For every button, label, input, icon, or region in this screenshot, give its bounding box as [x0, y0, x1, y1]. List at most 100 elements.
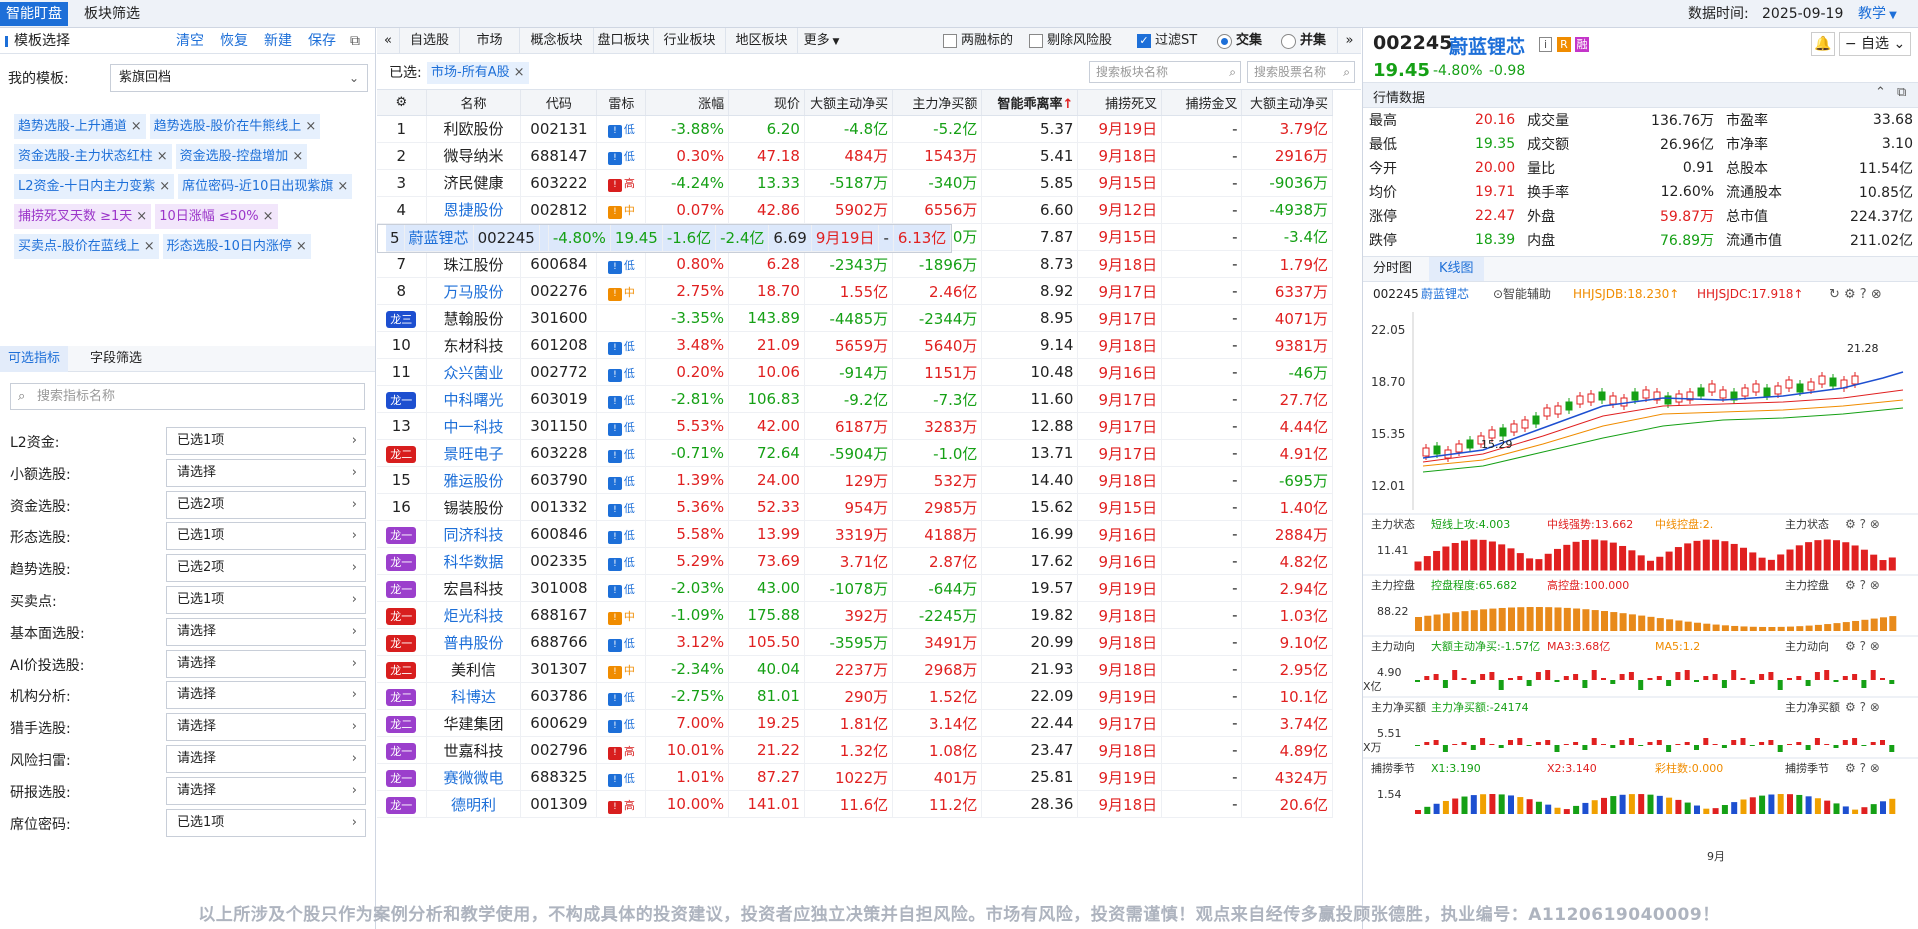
risk-badge[interactable]: ! 低	[605, 149, 638, 165]
table-row[interactable]: 15 雅运股份 603790! 低 1.39% 24.00 129万 532万 14.40 9月1…	[377, 466, 1333, 494]
condition-tag[interactable]: 10日涨幅 ≤50% ×	[155, 204, 278, 229]
column-header[interactable]: 雷标	[596, 90, 647, 116]
stock-name-cell[interactable]: 微导纳米	[426, 142, 522, 170]
stock-name-cell[interactable]: 普冉股份	[426, 628, 522, 656]
stock-name-cell[interactable]: 恩捷股份	[426, 196, 522, 224]
table-row[interactable]: 龙一 普冉股份 688766! 低 3.12% 105.50 -3595万 3491万 20.9…	[377, 628, 1333, 656]
stock-name-cell[interactable]: 蔚蓝锂芯	[404, 224, 474, 252]
risk-badge[interactable]: ! 低	[605, 528, 638, 544]
stock-name-cell[interactable]: 德明利	[426, 790, 522, 818]
tab-kline[interactable]: K线图	[1429, 257, 1484, 281]
filter-select[interactable]: 请选择 ›	[166, 617, 366, 646]
table-row[interactable]: 3 济民健康 603222! 高 -4.24% 13.33 -5187万 -340万 5.85 9…	[377, 169, 1333, 197]
close-icon[interactable]: ×	[263, 209, 274, 224]
indicator-search-input[interactable]: ⌕ 搜索指标名称	[10, 383, 365, 410]
table-row[interactable]: 10 东材科技 601208! 低 3.48% 21.09 5659万 5640万 9.14 9月…	[377, 331, 1333, 359]
table-row[interactable]: 16 锡装股份 001332! 低 5.36% 52.33 954万 2985万 15.62 9月…	[377, 493, 1333, 521]
close-icon[interactable]: ×	[296, 239, 307, 254]
risk-badge[interactable]: ! 低	[605, 122, 638, 138]
table-row[interactable]: 龙一 德明利 001309! 高 10.00% 141.01 11.6亿 11.2亿 28.36…	[377, 790, 1333, 818]
close-icon[interactable]: ×	[157, 149, 168, 164]
close-icon[interactable]: ×	[292, 149, 303, 164]
table-row[interactable]: 龙二 科博达 603786! 低 -2.75% 81.01 290万 1.52亿 22.09 9月…	[377, 682, 1333, 710]
close-icon[interactable]: ×	[144, 239, 155, 254]
tab-intraday[interactable]: 分时图	[1363, 257, 1422, 281]
condition-tag[interactable]: 资金选股-主力状态红柱 ×	[14, 144, 172, 169]
stock-name-cell[interactable]: 美利信	[426, 655, 522, 683]
risk-badge[interactable]: ! 低	[605, 339, 638, 355]
column-header[interactable]: 大额主动净买	[804, 90, 894, 116]
stock-name-cell[interactable]: 利欧股份	[426, 115, 522, 143]
risk-badge[interactable]: ! 低	[605, 393, 638, 409]
risk-badge[interactable]: ! 中	[605, 285, 638, 301]
stock-name-cell[interactable]: 华建集团	[426, 709, 522, 737]
stock-name-cell[interactable]: 东材科技	[426, 331, 522, 359]
stock-name-cell[interactable]: 科博达	[426, 682, 522, 710]
restore-button[interactable]: 恢复	[220, 28, 248, 54]
market-tab[interactable]: 地区板块	[725, 28, 797, 54]
table-row[interactable]: 龙二 华建集团 600629! 低 7.00% 19.25 1.81亿 3.14亿 22.44 9…	[377, 709, 1333, 737]
filter-select[interactable]: 已选2项 ›	[166, 554, 366, 583]
risk-badge[interactable]: ! 低	[605, 258, 638, 274]
market-tab[interactable]: 自选股	[399, 28, 459, 54]
add-watchlist-button[interactable]: − 自选 ⌄	[1839, 32, 1911, 56]
risk-badge[interactable]: ! 低	[605, 690, 638, 706]
condition-tag[interactable]: 捕捞死叉天数 ≥1天 ×	[14, 204, 152, 229]
risk-badge[interactable]: ! 中	[605, 609, 638, 625]
stock-search-input[interactable]: 搜索股票名称 ⌕	[1247, 61, 1355, 83]
stock-name-cell[interactable]: 慧翰股份	[426, 304, 522, 332]
stock-name-cell[interactable]: 景旺电子	[426, 439, 522, 467]
settings-icon[interactable]: ⚙	[377, 90, 427, 116]
table-row[interactable]: 龙一 世嘉科技 002796! 高 10.01% 21.22 1.32亿 1.08亿 23.47…	[377, 736, 1333, 764]
stock-name-cell[interactable]: 雅运股份	[426, 466, 522, 494]
bell-icon[interactable]: 🔔	[1811, 32, 1835, 56]
collapse-icon[interactable]: ⌃	[1875, 85, 1886, 100]
filter-select[interactable]: 已选2项 ›	[166, 490, 366, 519]
close-icon[interactable]: ×	[514, 65, 525, 80]
risk-badge[interactable]: ! 低	[605, 420, 638, 436]
my-template-select[interactable]: 紫旗回档 ⌄	[110, 64, 368, 92]
market-tab[interactable]: 概念板块	[519, 28, 593, 54]
sector-search-input[interactable]: 搜索板块名称 ⌕	[1089, 61, 1241, 83]
table-row[interactable]: 4 恩捷股份 002812! 中 0.07% 42.86 5902万 6556万 6.60 9月1…	[377, 196, 1333, 224]
stock-name-cell[interactable]: 同济科技	[426, 520, 522, 548]
filter-select[interactable]: 已选1项 ›	[166, 808, 366, 837]
table-row[interactable]: 1 利欧股份 002131! 低 -3.88% 6.20 -4.8亿 -5.2亿 5.37 9月1…	[377, 115, 1333, 143]
filter-select[interactable]: 请选择 ›	[166, 649, 366, 678]
market-tab[interactable]: 市场	[459, 28, 519, 54]
kline-chart-area[interactable]: 002245 蔚蓝锂芯 ⊙智能辅助 HHJSJDB:18.230↑ HHJSJDC:17…	[1363, 282, 1918, 862]
condition-tag[interactable]: 趋势选股-股价在牛熊线上 ×	[149, 114, 321, 139]
table-row[interactable]: 龙一 中科曙光 603019! 低 -2.81% 106.83 -9.2亿 -7.3亿 11.6…	[377, 385, 1333, 413]
market-tab[interactable]: 行业板块	[653, 28, 725, 54]
filter-checkbox[interactable]: ✓	[1137, 34, 1151, 48]
table-row[interactable]: 龙一 同济科技 600846! 低 5.58% 13.99 3319万 4188万 16.99 9…	[377, 520, 1333, 548]
filter-select[interactable]: 请选择 ›	[166, 458, 366, 487]
table-row[interactable]: 龙一 科华数据 002335! 低 5.29% 73.69 3.71亿 2.87亿 17.62 9…	[377, 547, 1333, 575]
stock-name-cell[interactable]: 赛微微电	[426, 763, 522, 791]
market-tab[interactable]: 更多 ▼	[797, 28, 845, 54]
table-row[interactable]: 龙一 赛微微电 688325! 低 1.01% 87.27 1022万 401万 25.81 9月…	[377, 763, 1333, 791]
teach-link[interactable]: 教学 ▼	[1858, 0, 1897, 30]
save-button[interactable]: 保存	[308, 28, 336, 54]
filter-select[interactable]: 请选择 ›	[166, 713, 366, 742]
column-header[interactable]: 捕捞金叉	[1161, 90, 1243, 116]
close-icon[interactable]: ×	[159, 179, 170, 194]
export-icon[interactable]: ⧉	[350, 28, 360, 54]
table-row[interactable]: 龙一 宏昌科技 301008! 低 -2.03% 43.00 -1078万 -644万 19.5…	[377, 574, 1333, 602]
new-button[interactable]: 新建	[264, 28, 292, 54]
info-badge[interactable]: i	[1539, 37, 1552, 52]
risk-badge[interactable]: ! 低	[605, 555, 638, 571]
table-row[interactable]: 龙一 炬光科技 688167! 中 -1.09% 175.88 392万 -2245万 19.8…	[377, 601, 1333, 629]
sort-up-icon[interactable]: ↑	[1063, 97, 1074, 112]
table-row[interactable]: 8 万马股份 002276! 中 2.75% 18.70 1.55亿 2.46亿 8.92 9月1…	[377, 277, 1333, 305]
risk-badge[interactable]: !高	[605, 744, 638, 760]
filter-checkbox[interactable]	[1029, 34, 1043, 48]
table-row[interactable]: 7 珠江股份 600684! 低 0.80% 6.28 -2343万 -1896万 8.73 9月…	[377, 250, 1333, 278]
table-row[interactable]: 2 微导纳米 688147! 低 0.30% 47.18 484万 1543万 5.41 9月18…	[377, 142, 1333, 170]
filter-checkbox[interactable]	[943, 34, 957, 48]
market-tab[interactable]: 盘口板块	[593, 28, 653, 54]
risk-badge[interactable]: ! 低	[605, 771, 638, 787]
stock-name-cell[interactable]: 中科曙光	[426, 385, 522, 413]
clear-button[interactable]: 清空	[176, 28, 204, 54]
kline-chart-svg[interactable]: 002245 蔚蓝锂芯 ⊙智能辅助 HHJSJDB:18.230↑ HHJSJDC:17…	[1363, 282, 1918, 862]
